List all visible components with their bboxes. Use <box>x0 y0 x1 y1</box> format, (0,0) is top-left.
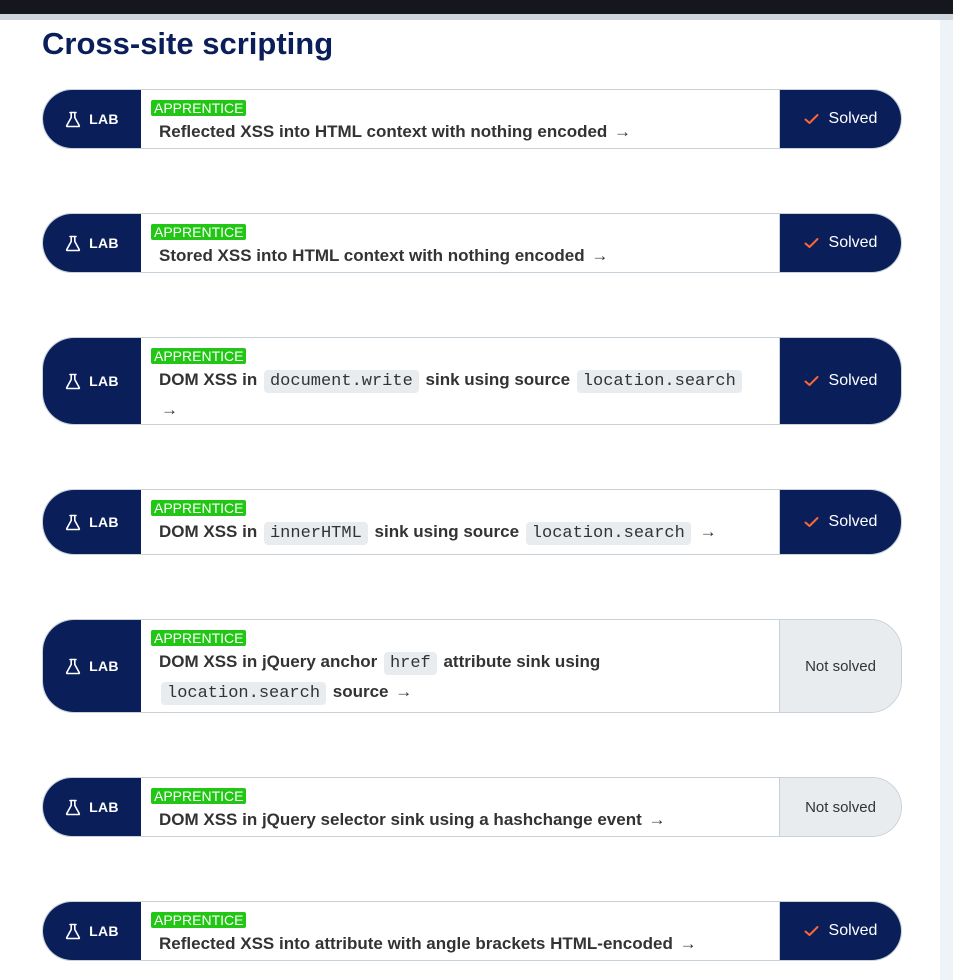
lab-row: LAB APPRENTICE Stored XSS into HTML contex… <box>42 213 902 273</box>
lab-tag-label: LAB <box>89 799 119 815</box>
lab-title-text: DOM XSS in jQuery anchor <box>159 652 382 671</box>
lab-tag[interactable]: LAB <box>43 338 141 424</box>
lab-tag[interactable]: LAB <box>43 778 141 836</box>
lab-title-link[interactable]: DOM XSS in innerHTML sink using source l… <box>159 518 763 548</box>
status-solved: Solved <box>780 90 901 148</box>
top-navigation-bar <box>0 0 953 14</box>
flask-icon <box>66 658 81 674</box>
level-badge: APPRENTICE <box>151 912 247 928</box>
arrow-right-icon: → <box>648 810 666 829</box>
lab-title-link[interactable]: DOM XSS in jQuery anchor href attribute … <box>159 648 763 708</box>
arrow-right-icon: → <box>591 246 609 265</box>
lab-title-text: sink using source <box>420 370 575 389</box>
flask-icon <box>66 235 81 251</box>
lab-tag[interactable]: LAB <box>43 90 141 148</box>
lab-title-text: DOM XSS in <box>159 522 262 541</box>
checkmark-icon <box>804 517 819 527</box>
lab-title-link[interactable]: DOM XSS in jQuery selector sink using a … <box>159 806 763 834</box>
status-not-solved: Not solved <box>780 778 901 836</box>
status-label: Solved <box>828 234 878 251</box>
arrow-right-icon: → <box>395 682 413 701</box>
level-badge: APPRENTICE <box>151 100 247 116</box>
status-label: Solved <box>828 922 878 939</box>
lab-tag-label: LAB <box>89 111 119 127</box>
code-snippet: document.write <box>263 370 419 393</box>
code-snippet: href <box>383 652 437 675</box>
checkmark-icon <box>804 926 819 936</box>
flask-icon <box>66 111 81 127</box>
lab-tag-label: LAB <box>89 235 119 251</box>
flask-icon <box>66 923 81 939</box>
lab-title-link[interactable]: Reflected XSS into HTML context with not… <box>159 118 763 146</box>
code-snippet: innerHTML <box>263 522 368 545</box>
status-solved: Solved <box>780 902 901 960</box>
status-solved: Solved <box>780 214 901 272</box>
checkmark-icon <box>804 114 819 124</box>
lab-title-link[interactable]: Stored XSS into HTML context with nothin… <box>159 242 763 270</box>
lab-tag-label: LAB <box>89 514 119 530</box>
code-snippet: location.search <box>576 370 742 393</box>
lab-details: APPRENTICE DOM XSS in innerHTML sink usin… <box>141 490 780 554</box>
arrow-right-icon: → <box>699 522 717 541</box>
lab-tag[interactable]: LAB <box>43 490 141 554</box>
lab-title-text: attribute sink using <box>438 652 601 671</box>
lab-row: LAB APPRENTICE DOM XSS in jQuery anchor hr… <box>42 619 902 713</box>
page-title: Cross-site scripting <box>42 26 334 61</box>
lab-tag-label: LAB <box>89 658 119 674</box>
lab-details: APPRENTICE DOM XSS in jQuery anchor href … <box>141 620 780 712</box>
lab-title-link[interactable]: Reflected XSS into attribute with angle … <box>159 930 763 958</box>
level-badge: APPRENTICE <box>151 348 247 364</box>
lab-tag-label: LAB <box>89 923 119 939</box>
lab-title-text: DOM XSS in <box>159 370 262 389</box>
status-label: Solved <box>828 513 878 530</box>
level-badge: APPRENTICE <box>151 500 247 516</box>
lab-tag[interactable]: LAB <box>43 620 141 712</box>
lab-row: LAB APPRENTICE Reflected XSS into HTML con… <box>42 89 902 149</box>
lab-tag-label: LAB <box>89 373 119 389</box>
status-label: Not solved <box>805 798 876 816</box>
level-badge: APPRENTICE <box>151 630 247 646</box>
code-snippet: location.search <box>161 682 327 705</box>
lab-title-text: Stored XSS into HTML context with nothin… <box>159 246 585 265</box>
lab-title-text: sink using source <box>369 522 524 541</box>
lab-details: APPRENTICE DOM XSS in jQuery selector sin… <box>141 778 780 836</box>
arrow-right-icon: → <box>614 122 632 141</box>
lab-details: APPRENTICE Reflected XSS into attribute w… <box>141 902 780 960</box>
arrow-right-icon: → <box>161 400 178 419</box>
lab-title-text: Reflected XSS into HTML context with not… <box>159 122 608 141</box>
status-label: Solved <box>828 110 878 127</box>
arrow-right-icon: → <box>679 934 697 953</box>
checkmark-icon <box>804 238 819 248</box>
lab-tag[interactable]: LAB <box>43 214 141 272</box>
lab-details: APPRENTICE DOM XSS in document.write sink… <box>141 338 780 424</box>
lab-title-text: source <box>328 682 389 701</box>
flask-icon <box>66 373 81 389</box>
lab-title-text: Reflected XSS into attribute with angle … <box>159 934 673 953</box>
lab-details: APPRENTICE Reflected XSS into HTML contex… <box>141 90 780 148</box>
level-badge: APPRENTICE <box>151 224 247 240</box>
status-not-solved: Not solved <box>780 620 901 712</box>
lab-title-text: DOM XSS in jQuery selector sink using a … <box>159 810 642 829</box>
lab-row: LAB APPRENTICE DOM XSS in document.write s… <box>42 337 902 425</box>
code-snippet: location.search <box>525 522 691 545</box>
status-label: Not solved <box>805 657 876 675</box>
lab-row: LAB APPRENTICE DOM XSS in jQuery selector … <box>42 777 902 837</box>
level-badge: APPRENTICE <box>151 788 247 804</box>
flask-icon <box>66 799 81 815</box>
status-label: Solved <box>828 372 878 389</box>
lab-tag[interactable]: LAB <box>43 902 141 960</box>
lab-details: APPRENTICE Stored XSS into HTML context w… <box>141 214 780 272</box>
status-solved: Solved <box>780 338 901 424</box>
lab-title-link[interactable]: DOM XSS in document.write sink using sou… <box>159 366 763 424</box>
lab-row: LAB APPRENTICE DOM XSS in innerHTML sink u… <box>42 489 902 555</box>
lab-row: LAB APPRENTICE Reflected XSS into attribut… <box>42 901 902 961</box>
flask-icon <box>66 514 81 530</box>
status-solved: Solved <box>780 490 901 554</box>
checkmark-icon <box>804 376 819 386</box>
